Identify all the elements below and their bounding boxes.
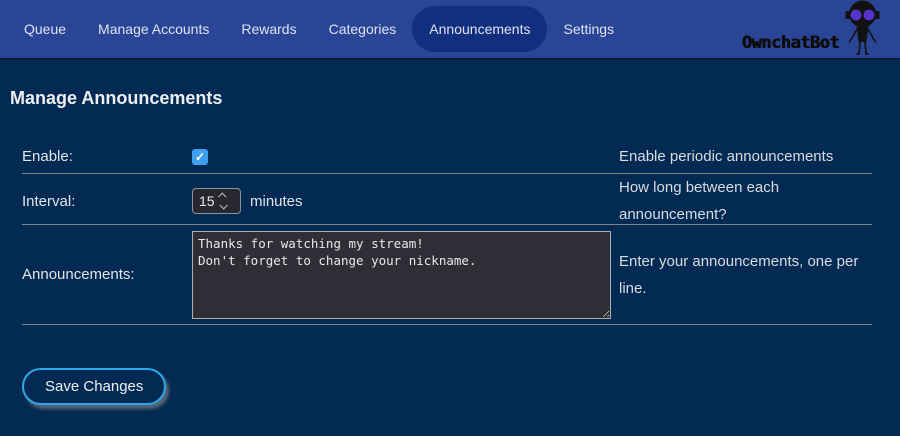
logo: OwnchatBot [742,0,886,60]
interval-input[interactable] [193,193,219,209]
enable-label: Enable: [22,148,192,165]
main-content: Manage Announcements Enable: ✓ Enable pe… [0,88,900,405]
nav-item-announcements[interactable]: Announcements [412,6,547,52]
save-changes-button[interactable]: Save Changes [22,368,166,405]
announcements-row: Announcements: Thanks for watching my st… [22,225,872,325]
interval-spinner[interactable] [219,193,229,209]
nav-item-queue[interactable]: Queue [8,0,82,59]
settings-table: Enable: ✓ Enable periodic announcements … [22,140,872,325]
interval-input-box [192,188,241,214]
spinner-up-icon[interactable] [218,192,226,200]
nav-item-categories[interactable]: Categories [313,0,413,59]
logo-text: OwnchatBot [742,33,839,53]
interval-label: Interval: [22,193,192,210]
page-title: Manage Announcements [10,88,892,109]
nav-item-settings[interactable]: Settings [547,0,630,59]
announcements-textarea[interactable]: Thanks for watching my stream! Don't for… [192,231,611,319]
interval-row: Interval: minutes How long between each … [22,174,872,225]
announcements-label: Announcements: [22,266,192,283]
enable-row: Enable: ✓ Enable periodic announcements [22,140,872,174]
nav-item-rewards[interactable]: Rewards [225,0,312,59]
nav-item-manage-accounts[interactable]: Manage Accounts [82,0,225,59]
interval-description: How long between each announcement? [619,174,872,228]
spinner-down-icon[interactable] [219,201,227,209]
top-navbar: Queue Manage Accounts Rewards Categories… [0,0,900,60]
checkmark-icon: ✓ [195,150,205,164]
enable-description: Enable periodic announcements [619,143,872,170]
enable-checkbox[interactable]: ✓ [192,149,208,165]
robot-icon [840,0,886,57]
announcements-description: Enter your announcements, one per line. [619,248,872,302]
interval-unit-label: minutes [250,193,303,210]
